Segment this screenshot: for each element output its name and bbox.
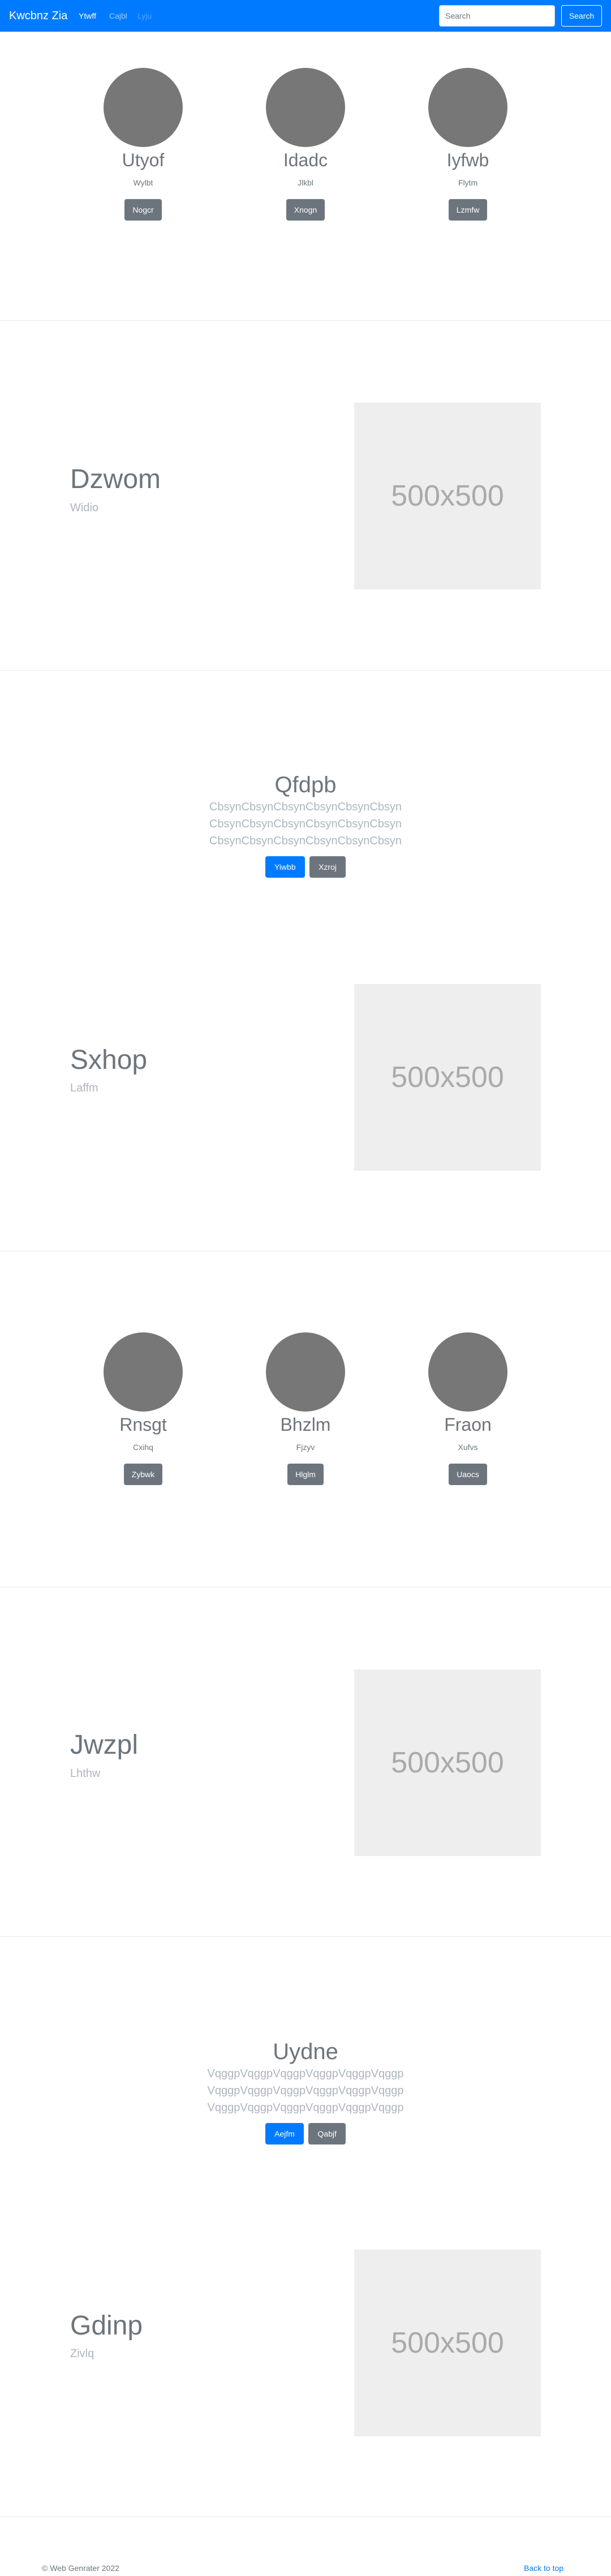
card-name: Bhzlm — [280, 1414, 331, 1435]
jumbotron-heading: Qfdpb — [274, 773, 337, 797]
card-subtitle: Jlkbl — [297, 178, 313, 187]
card-button[interactable]: Nogcr — [124, 199, 162, 221]
card-subtitle: Xufvs — [458, 1443, 478, 1452]
back-to-top-link[interactable]: Back to top — [524, 2563, 563, 2573]
section-divider — [0, 320, 611, 321]
card-name: Rnsgt — [119, 1414, 167, 1435]
footer-copyright: © Web Genrater 2022 — [42, 2564, 119, 2573]
avatar-card: Idadc Jlkbl Xnogn — [249, 68, 362, 221]
card-subtitle: Fjzyv — [296, 1443, 315, 1452]
featurette-subheading: Lhthw — [70, 1767, 101, 1780]
section-divider — [0, 670, 611, 671]
avatar — [428, 1332, 507, 1412]
card-button[interactable]: Uaocs — [449, 1464, 487, 1485]
placeholder-image: 500x500 — [354, 2250, 541, 2436]
featurette-heading: Sxhop — [70, 1045, 148, 1075]
card-subtitle: Flytm — [458, 178, 478, 187]
featurette-heading: Jwzpl — [70, 1730, 139, 1760]
nav-link-1[interactable]: Ytwff — [79, 11, 96, 21]
placeholder-image: 500x500 — [354, 984, 541, 1171]
card-name: Utyof — [122, 150, 165, 170]
avatar — [428, 68, 507, 147]
avatar-card: Iyfwb Flytm Lzmfw — [411, 68, 524, 221]
avatar — [266, 68, 345, 147]
card-button[interactable]: Hlglm — [287, 1464, 324, 1485]
avatar — [104, 1332, 183, 1412]
jumbotron: Uydne VqggpVqggpVqggpVqggpVqggpVqggp Vqg… — [0, 2038, 611, 2144]
navbar-brand[interactable]: Kwcbnz Zia — [9, 8, 67, 23]
primary-button[interactable]: Yiwbb — [265, 856, 305, 878]
avatar-card: Bhzlm Fjzyv Hlglm — [249, 1332, 362, 1485]
card-name: Iyfwb — [446, 150, 489, 170]
featurette-subheading: Widio — [70, 502, 99, 514]
card-subtitle: Wylbt — [133, 178, 153, 187]
jumbotron-text-line: CbsynCbsynCbsynCbsynCbsynCbsyn — [209, 835, 402, 847]
featurette-heading: Dzwom — [70, 464, 161, 494]
jumbotron-text-line: VqggpVqggpVqggpVqggpVqggpVqggp — [207, 2068, 404, 2080]
featurette-subheading: Zivlq — [70, 2348, 94, 2360]
featurette-subheading: Laffm — [70, 1082, 98, 1094]
card-subtitle: Cxihq — [133, 1443, 153, 1452]
card-name: Idadc — [283, 150, 328, 170]
secondary-button[interactable]: Qabjf — [308, 2123, 346, 2144]
avatar-card: Fraon Xufvs Uaocs — [411, 1332, 524, 1485]
placeholder-image: 500x500 — [354, 1669, 541, 1856]
avatar — [266, 1332, 345, 1412]
jumbotron: Qfdpb CbsynCbsynCbsynCbsynCbsynCbsyn Cbs… — [0, 771, 611, 878]
search-button[interactable]: Search — [561, 5, 602, 27]
card-button[interactable]: Lzmfw — [448, 199, 488, 221]
section-divider — [0, 1936, 611, 1937]
card-button[interactable]: Xnogn — [286, 199, 325, 221]
avatar-card: Utyof Wylbt Nogcr — [87, 68, 200, 221]
jumbotron-text-line: VqggpVqggpVqggpVqggpVqggpVqggp — [207, 2102, 404, 2114]
jumbotron-text-line: CbsynCbsynCbsynCbsynCbsynCbsyn — [209, 801, 402, 813]
featurette-heading: Gdinp — [70, 2311, 143, 2341]
jumbotron-text-line: CbsynCbsynCbsynCbsynCbsynCbsyn — [209, 818, 402, 830]
jumbotron-text-line: VqggpVqggpVqggpVqggpVqggpVqggp — [207, 2085, 404, 2097]
primary-button[interactable]: Aejfm — [265, 2123, 304, 2144]
avatar — [104, 68, 183, 147]
card-name: Fraon — [444, 1414, 492, 1435]
search-input[interactable] — [439, 5, 555, 27]
section-divider — [0, 1251, 611, 1252]
secondary-button[interactable]: Xzroj — [309, 856, 346, 878]
navbar: Kwcbnz Zia Ytwff Cajbl Lyju Search — [0, 0, 611, 32]
nav-link-3[interactable]: Lyju — [137, 11, 152, 21]
nav-link-2[interactable]: Cajbl — [109, 11, 127, 21]
jumbotron-heading: Uydne — [273, 2039, 338, 2064]
avatar-card: Rnsgt Cxihq Zybwk — [87, 1332, 200, 1485]
placeholder-image: 500x500 — [354, 403, 541, 589]
card-button[interactable]: Zybwk — [123, 1464, 163, 1485]
